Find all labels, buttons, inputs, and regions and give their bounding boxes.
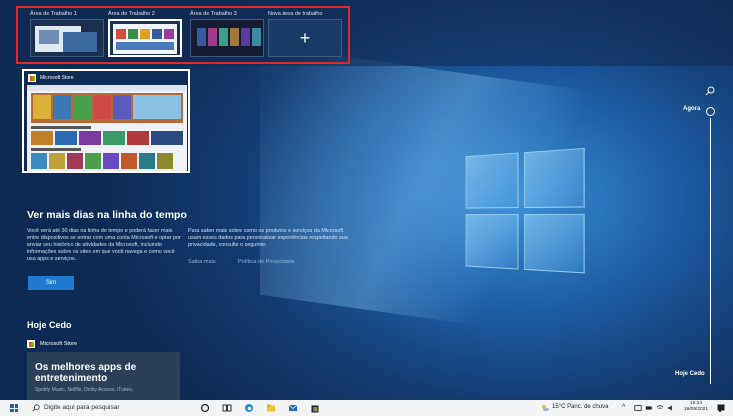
microsoft-store-icon	[27, 340, 35, 348]
weather-icon[interactable]	[540, 403, 550, 413]
privacy-policy-link[interactable]: Política de Privacidade	[238, 259, 295, 265]
windows-logo-wallpaper	[465, 147, 596, 285]
desktop-1-thumbnail[interactable]	[30, 19, 104, 57]
taskbar-clock[interactable]: 15:24 16/09/2021	[684, 401, 708, 413]
desktop-2-label: Área de Trabalho 2	[108, 11, 155, 17]
info-title: Ver mais dias na linha do tempo	[27, 209, 187, 221]
info-left-text: Você verá até 30 dias na linha do tempo …	[27, 228, 181, 262]
mail-icon[interactable]	[288, 403, 298, 413]
desktop-1[interactable]: Área de Trabalho 1	[30, 9, 104, 57]
desktop-1-label: Área de Trabalho 1	[30, 11, 77, 17]
new-desktop-label: Nova área de trabalho	[268, 11, 323, 17]
new-desktop-button[interactable]: +	[268, 19, 342, 57]
volume-icon[interactable]	[667, 403, 675, 413]
microsoft-store-icon	[28, 74, 36, 82]
timeline-earliest-label: Hoje Cedo	[675, 371, 705, 377]
network-icon[interactable]	[634, 403, 642, 413]
info-right-text: Para saber mais sobre como os produtos e…	[188, 228, 348, 248]
activity-card-subtitle: Spotify Music, Netflix, Dolby Access, iT…	[35, 387, 134, 393]
cortana-icon[interactable]	[200, 403, 210, 413]
weather-text[interactable]: 15°C Panc. de chuva	[552, 404, 608, 410]
desktop-2-thumbnail[interactable]	[108, 19, 182, 57]
activity-card[interactable]: Os melhores apps de entretenimento Spoti…	[27, 352, 180, 400]
timeline-track[interactable]	[710, 118, 711, 384]
edge-icon[interactable]	[244, 403, 254, 413]
desktop-2[interactable]: Área de Trabalho 2	[108, 9, 182, 57]
store-window-titlebar: Microsoft Store	[28, 73, 74, 83]
chevron-up-icon[interactable]: ^	[622, 404, 625, 411]
battery-icon[interactable]	[645, 403, 653, 413]
activity-app-row: Microsoft Store	[27, 340, 77, 348]
file-explorer-icon[interactable]	[266, 403, 276, 413]
timeline-now-label: Agora	[683, 106, 701, 112]
microsoft-store-window[interactable]: Microsoft Store	[22, 69, 190, 173]
wifi-icon[interactable]	[656, 403, 664, 413]
desktop-3-thumbnail[interactable]	[190, 19, 264, 57]
new-desktop[interactable]: Nova área de trabalho +	[268, 9, 342, 57]
store-window-title: Microsoft Store	[40, 75, 74, 81]
activity-app-name: Microsoft Store	[40, 341, 77, 347]
task-view-icon[interactable]	[222, 403, 232, 413]
desktop-3[interactable]: Área de Trabalho 3	[190, 9, 264, 57]
timeline-handle[interactable]	[706, 107, 715, 116]
yes-button[interactable]: Sim	[28, 276, 74, 290]
section-title: Hoje Cedo	[27, 320, 72, 330]
windows-start-icon[interactable]	[10, 404, 18, 412]
learn-more-link[interactable]: Saiba mais	[188, 259, 216, 265]
search-icon[interactable]	[705, 86, 715, 96]
activity-card-title: Os melhores apps de entretenimento	[35, 362, 137, 384]
clock-date: 16/09/2021	[684, 407, 709, 412]
taskbar: Digite aqui para pesquisar 15°C Panc. de…	[0, 400, 733, 416]
plus-icon: +	[299, 27, 311, 48]
desktop-3-label: Área de Trabalho 3	[190, 11, 237, 17]
taskbar-search-input[interactable]: Digite aqui para pesquisar	[44, 404, 120, 411]
store-taskbar-icon[interactable]	[310, 403, 320, 413]
store-window-preview	[27, 85, 187, 171]
taskbar-search-icon[interactable]	[32, 404, 40, 412]
notifications-icon[interactable]	[716, 403, 726, 413]
